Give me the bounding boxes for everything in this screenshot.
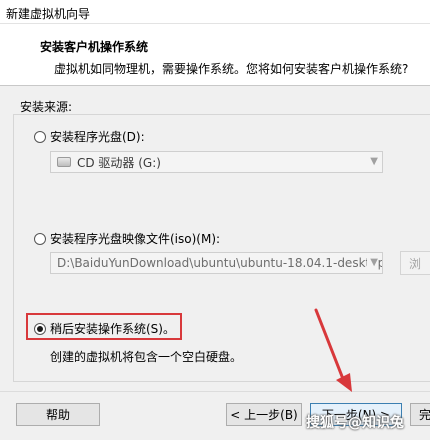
watermark-text: 搜狐号@知识兔 <box>306 415 404 431</box>
annotation-arrow-icon <box>314 308 352 392</box>
